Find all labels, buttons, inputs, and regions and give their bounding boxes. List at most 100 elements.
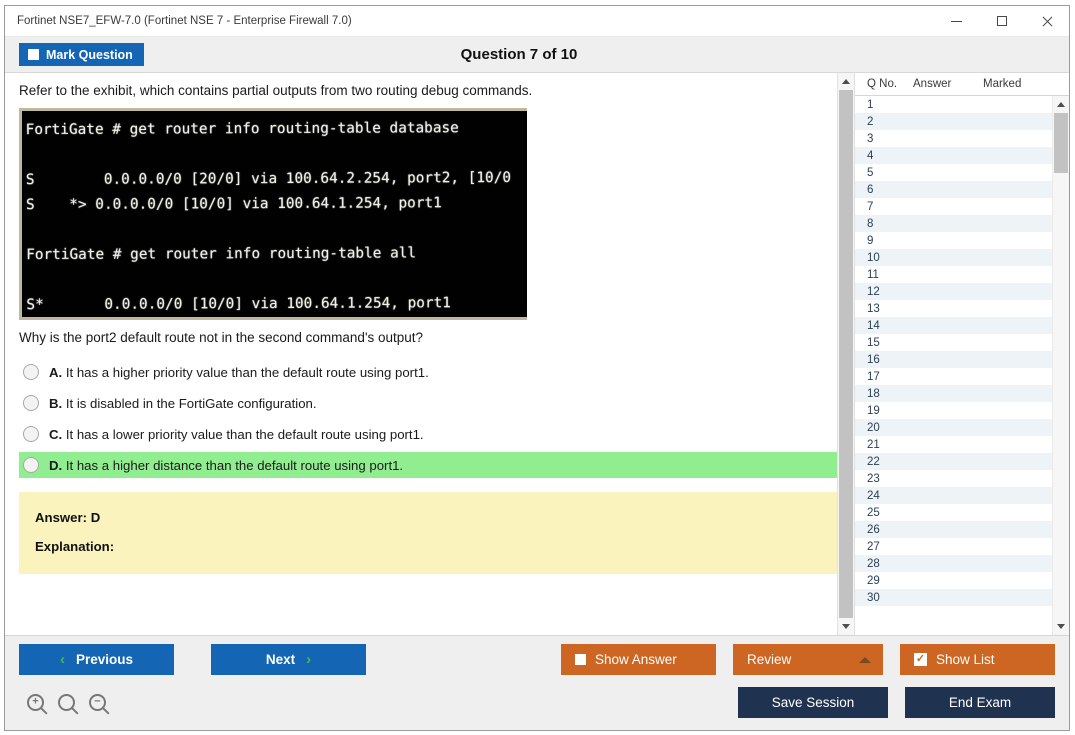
question-list-row[interactable]: 28: [855, 555, 1052, 572]
question-content-wrapper: Refer to the exhibit, which contains par…: [5, 73, 854, 635]
next-button[interactable]: Next ›: [211, 644, 366, 675]
minimize-button[interactable]: [934, 6, 979, 37]
question-list-row[interactable]: 14: [855, 317, 1052, 334]
radio-icon[interactable]: [23, 426, 39, 442]
close-button[interactable]: [1024, 6, 1069, 37]
row-question-number: 6: [855, 184, 913, 196]
answer-option-label: D. It has a higher distance than the def…: [49, 458, 403, 473]
question-list-row[interactable]: 18: [855, 385, 1052, 402]
review-label: Review: [747, 652, 791, 667]
question-list-row[interactable]: 10: [855, 249, 1052, 266]
exhibit-terminal-image: FortiGate # get router info routing-tabl…: [19, 108, 527, 320]
question-list-row[interactable]: 21: [855, 436, 1052, 453]
question-list-row[interactable]: 4: [855, 147, 1052, 164]
exhibit-line: S* 0.0.0.0/0 [10/0] via 100.64.1.254, po…: [26, 291, 527, 318]
question-list-row[interactable]: 1: [855, 96, 1052, 113]
body-area: Refer to the exhibit, which contains par…: [5, 73, 1069, 635]
title-bar: Fortinet NSE7_EFW-7.0 (Fortinet NSE 7 - …: [5, 6, 1069, 37]
question-list-row[interactable]: 24: [855, 487, 1052, 504]
question-list-row[interactable]: 3: [855, 130, 1052, 147]
question-list-row[interactable]: 8: [855, 215, 1052, 232]
chevron-up-icon: [842, 79, 850, 84]
scroll-up-button[interactable]: [838, 73, 854, 90]
window-controls: [934, 6, 1069, 37]
question-list-row[interactable]: 19: [855, 402, 1052, 419]
question-rows: 1234567891011121314151617181920212223242…: [855, 96, 1052, 635]
save-session-button[interactable]: Save Session: [738, 687, 888, 718]
radio-icon[interactable]: [23, 457, 39, 473]
answer-option-c[interactable]: C. It has a lower priority value than th…: [19, 421, 837, 447]
question-list-row[interactable]: 12: [855, 283, 1052, 300]
answer-option-b[interactable]: B. It is disabled in the FortiGate confi…: [19, 390, 837, 416]
row-question-number: 18: [855, 388, 913, 400]
question-list-row[interactable]: 2: [855, 113, 1052, 130]
question-content: Refer to the exhibit, which contains par…: [5, 73, 837, 635]
show-list-button[interactable]: ✓ Show List: [900, 644, 1055, 675]
question-list-row[interactable]: 9: [855, 232, 1052, 249]
question-list-row[interactable]: 16: [855, 351, 1052, 368]
answer-option-label: C. It has a lower priority value than th…: [49, 427, 424, 442]
answer-option-label: A. It has a higher priority value than t…: [49, 365, 429, 380]
question-list-row[interactable]: 17: [855, 368, 1052, 385]
content-vertical-scrollbar[interactable]: [837, 73, 854, 635]
scroll-down-button[interactable]: [838, 618, 854, 635]
question-list-row[interactable]: 6: [855, 181, 1052, 198]
zoom-out-icon[interactable]: −: [89, 694, 106, 711]
zoom-reset-icon[interactable]: [58, 694, 75, 711]
list-scroll-thumb[interactable]: [1054, 113, 1068, 173]
question-list-row[interactable]: 13: [855, 300, 1052, 317]
question-counter: Question 7 of 10: [0, 46, 1069, 63]
question-list-row[interactable]: 15: [855, 334, 1052, 351]
explanation-label: Explanation:: [35, 539, 837, 554]
exhibit-line: [26, 266, 527, 293]
question-list-row[interactable]: 26: [855, 521, 1052, 538]
end-exam-button[interactable]: End Exam: [905, 687, 1055, 718]
row-question-number: 24: [855, 490, 913, 502]
exhibit-line: S 0.0.0.0/0 [20/0] via 100.64.2.254, por…: [26, 166, 527, 193]
show-list-checkbox-icon: ✓: [914, 653, 927, 666]
radio-icon[interactable]: [23, 364, 39, 380]
question-list-row[interactable]: 25: [855, 504, 1052, 521]
row-question-number: 16: [855, 354, 913, 366]
row-question-number: 23: [855, 473, 913, 485]
column-header-answer: Answer: [913, 78, 983, 90]
row-question-number: 11: [855, 269, 913, 281]
radio-icon[interactable]: [23, 395, 39, 411]
show-answer-button[interactable]: Show Answer: [561, 644, 716, 675]
chevron-down-icon: [1057, 624, 1065, 629]
intro-text: Refer to the exhibit, which contains par…: [19, 83, 837, 98]
question-list-row[interactable]: 11: [855, 266, 1052, 283]
maximize-button[interactable]: [979, 6, 1024, 37]
mark-question-label: Mark Question: [46, 48, 133, 62]
answer-label: Answer: D: [35, 510, 837, 525]
question-list-row[interactable]: 30: [855, 589, 1052, 606]
zoom-in-icon[interactable]: +: [27, 694, 44, 711]
question-list-row[interactable]: 23: [855, 470, 1052, 487]
row-question-number: 10: [855, 252, 913, 264]
end-exam-label: End Exam: [949, 695, 1011, 710]
row-question-number: 15: [855, 337, 913, 349]
list-scroll-up-button[interactable]: [1053, 96, 1069, 113]
scroll-thumb[interactable]: [839, 90, 853, 618]
row-question-number: 8: [855, 218, 913, 230]
review-dropdown-button[interactable]: Review: [733, 644, 883, 675]
list-scroll-track[interactable]: [1053, 113, 1069, 618]
question-list-row[interactable]: 20: [855, 419, 1052, 436]
mark-question-button[interactable]: Mark Question: [19, 43, 144, 66]
exhibit-terminal-text: FortiGate # get router info routing-tabl…: [22, 110, 527, 318]
question-list-row[interactable]: 29: [855, 572, 1052, 589]
answer-option-a[interactable]: A. It has a higher priority value than t…: [19, 359, 837, 385]
question-list-row[interactable]: 22: [855, 453, 1052, 470]
previous-button[interactable]: ‹ Previous: [19, 644, 174, 675]
answer-option-d[interactable]: D. It has a higher distance than the def…: [19, 452, 837, 478]
scroll-track[interactable]: [838, 90, 854, 618]
question-list-row[interactable]: 27: [855, 538, 1052, 555]
question-list-row[interactable]: 5: [855, 164, 1052, 181]
exhibit-line: [26, 216, 527, 243]
footer-toolbar: ‹ Previous Next › Show Answer Review ✓ S…: [5, 635, 1069, 730]
question-list-scrollbar[interactable]: [1052, 96, 1069, 635]
exhibit-line: FortiGate # get router info routing-tabl…: [26, 241, 527, 268]
question-list-row[interactable]: 7: [855, 198, 1052, 215]
exhibit-line: [26, 141, 527, 168]
list-scroll-down-button[interactable]: [1053, 618, 1069, 635]
